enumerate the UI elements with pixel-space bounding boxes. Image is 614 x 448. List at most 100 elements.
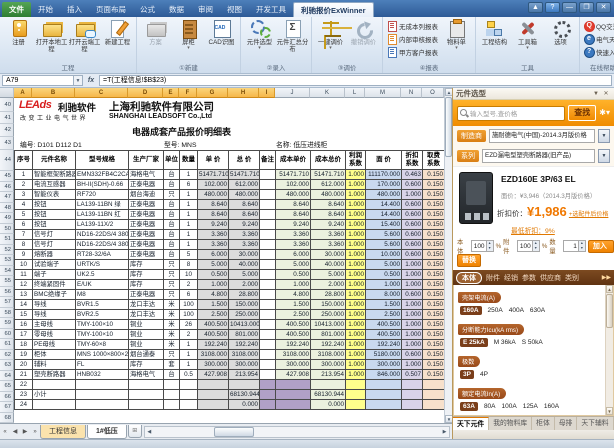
cell[interactable]: 2 <box>180 280 198 290</box>
find-button[interactable]: 查找 <box>568 105 596 121</box>
cell[interactable]: 主母线 <box>33 320 76 330</box>
formula-input[interactable]: =T(工程信息!$B$23) <box>99 75 612 86</box>
cell[interactable]: 102.000 <box>276 180 311 190</box>
cell[interactable]: 3.360 <box>311 230 346 240</box>
cell[interactable]: 0.150 <box>423 230 445 240</box>
sheet-tab-工程信息[interactable]: 工程信息 <box>40 425 86 439</box>
table-column-header[interactable]: 面 价 <box>366 151 402 170</box>
cell[interactable] <box>76 400 129 410</box>
cell[interactable] <box>260 400 276 410</box>
cell[interactable]: 0.500 <box>276 270 311 280</box>
horizontal-scrollbar-thumb[interactable] <box>214 427 254 437</box>
cell[interactable]: 5.600 <box>366 230 402 240</box>
cell[interactable]: 250.000 <box>229 310 260 320</box>
cell[interactable]: 1.000 <box>402 320 423 330</box>
cell[interactable]: 150.000 <box>311 300 346 310</box>
cell[interactable]: 台 <box>164 170 180 180</box>
cell[interactable]: 192.240 <box>276 340 311 350</box>
column-header-L[interactable]: L <box>345 88 365 98</box>
cell[interactable]: 8.000 <box>366 290 402 300</box>
cell[interactable]: 28.800 <box>311 290 346 300</box>
row-header-49[interactable]: 49 <box>0 213 14 224</box>
cell[interactable]: ND16-22DS/4 380V <box>76 240 129 250</box>
cell[interactable] <box>76 380 129 390</box>
cell[interactable]: BVR2.5 <box>76 310 129 320</box>
cell[interactable]: LA139-11BN 绿 <box>76 200 129 210</box>
filter-option[interactable]: 63A <box>460 402 478 411</box>
cell[interactable]: 1.000 <box>402 310 423 320</box>
cell[interactable]: 0.600 <box>402 220 423 230</box>
cell[interactable]: 1.000 <box>276 280 311 290</box>
cell[interactable]: 正泰电器 <box>129 220 164 230</box>
cell[interactable] <box>346 400 366 410</box>
cell[interactable]: 100 <box>180 310 198 320</box>
row-header-48[interactable]: 48 <box>0 203 14 214</box>
cell[interactable]: 1.000 <box>346 340 366 350</box>
cell[interactable]: 3108.000 <box>229 350 260 360</box>
cell[interactable] <box>260 380 276 390</box>
cell[interactable] <box>164 390 180 400</box>
cell[interactable]: 试验端子 <box>33 260 76 270</box>
column-header-D[interactable]: D <box>128 88 163 98</box>
cell[interactable]: 库存 <box>129 270 164 280</box>
cell[interactable]: 端子 <box>33 270 76 280</box>
restore-icon[interactable]: ❐ <box>579 2 594 13</box>
cell[interactable]: 1.000 <box>402 270 423 280</box>
cell[interactable]: 51471.710 <box>198 170 229 180</box>
cell[interactable]: E/UK <box>76 280 129 290</box>
ribbon-button[interactable]: 屏柜▾ <box>172 18 205 62</box>
cell[interactable] <box>260 390 276 400</box>
cell[interactable]: 10413.000 <box>311 320 346 330</box>
cell[interactable]: 米 <box>164 340 180 350</box>
cell[interactable]: 480.000 <box>229 190 260 200</box>
cell[interactable]: 24 <box>15 400 33 410</box>
vertical-scrollbar[interactable]: ▲ ▼ <box>444 88 452 423</box>
cell[interactable]: 3 <box>15 190 33 200</box>
sheet-nav-icon[interactable]: « <box>0 429 10 435</box>
cell[interactable]: 11 <box>15 270 33 280</box>
cell[interactable]: 68130.944 <box>311 390 346 400</box>
table-column-header[interactable]: 取费 系数 <box>423 151 445 170</box>
cell[interactable]: 51471.710 <box>311 170 346 180</box>
cell[interactable]: 12 <box>15 280 33 290</box>
cell[interactable] <box>260 330 276 340</box>
row-header-55[interactable]: 55 <box>0 276 14 287</box>
cell[interactable]: 1 <box>180 220 198 230</box>
cell[interactable] <box>260 260 276 270</box>
cell[interactable]: 正泰电器 <box>129 230 164 240</box>
cell[interactable]: 14.400 <box>366 210 402 220</box>
panel-tab-参数[interactable]: 参数 <box>522 273 536 283</box>
cell[interactable]: 0.600 <box>402 200 423 210</box>
row-header-62[interactable]: 62 <box>0 350 14 361</box>
cell[interactable]: 0.000 <box>229 400 260 410</box>
cell[interactable]: 1 <box>180 190 198 200</box>
manufacturer-select[interactable]: 施耐德电气(中国)-2014.3月版价格 <box>489 129 595 143</box>
cell[interactable]: 1.000 <box>346 210 366 220</box>
filter-option[interactable]: 80A <box>484 403 496 410</box>
filter-option[interactable]: M 36kA <box>494 339 516 346</box>
panel-bottom-tab-天下辅料[interactable]: 天下辅料 <box>577 417 613 430</box>
cell[interactable]: 8.640 <box>198 200 229 210</box>
cell[interactable]: 5.600 <box>366 240 402 250</box>
cell[interactable]: 480.000 <box>198 190 229 200</box>
cell[interactable]: 427.908 <box>276 370 311 380</box>
cell[interactable]: 213.954 <box>311 370 346 380</box>
cell[interactable]: 1.000 <box>366 280 402 290</box>
filter-option[interactable]: 250A <box>488 307 503 314</box>
cell[interactable]: URTK/S <box>76 260 129 270</box>
cell[interactable]: 只 <box>164 290 180 300</box>
row-header-63[interactable]: 63 <box>0 360 14 371</box>
cell[interactable]: 只 <box>164 260 180 270</box>
cell[interactable]: 1.000 <box>346 350 366 360</box>
cell[interactable] <box>260 220 276 230</box>
cell[interactable]: 51471.710 <box>229 170 260 180</box>
cell[interactable]: 铜业 <box>129 330 164 340</box>
cell[interactable]: RF720 <box>76 190 129 200</box>
help-icon[interactable]: ? <box>545 2 560 13</box>
cell[interactable]: 0.150 <box>423 300 445 310</box>
cell[interactable]: 台 <box>164 230 180 240</box>
cell[interactable]: 15.400 <box>366 220 402 230</box>
cell[interactable]: 1.000 <box>402 340 423 350</box>
column-header-M[interactable]: M <box>365 88 401 98</box>
cell[interactable] <box>33 380 76 390</box>
